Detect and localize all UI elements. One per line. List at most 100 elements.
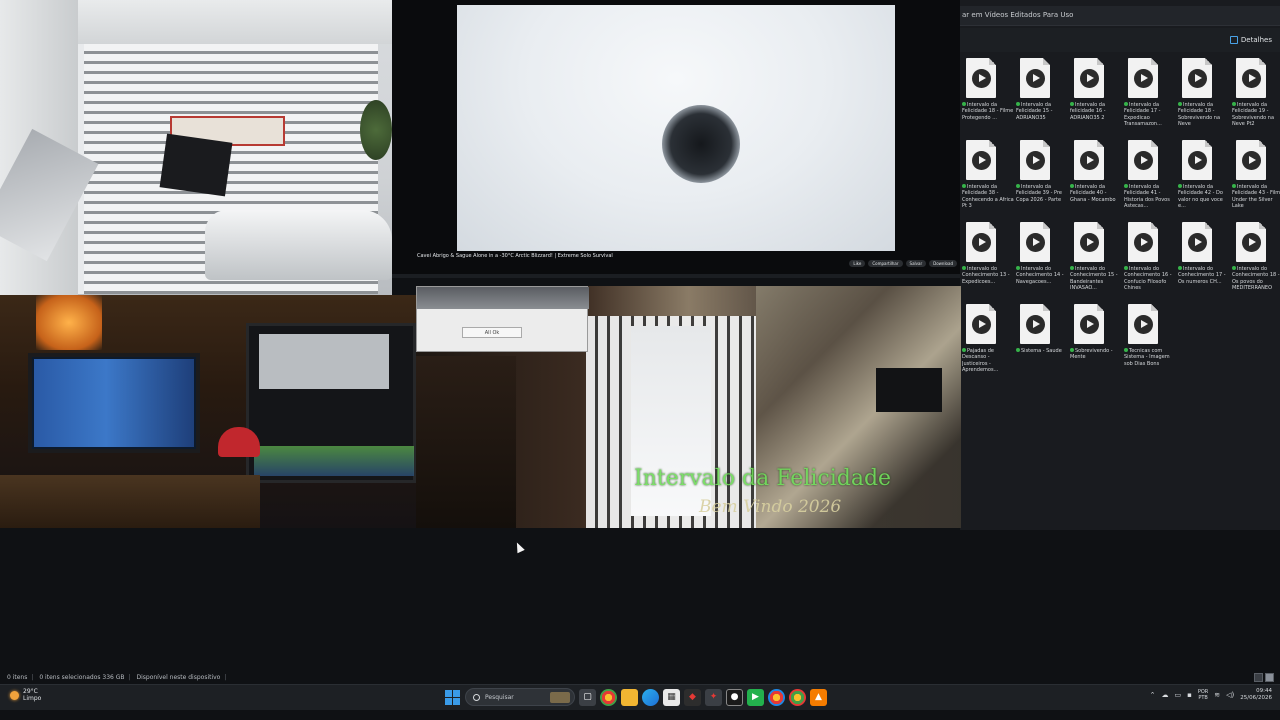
file-item[interactable]: Intervalo do Conhecimento 18 - Os povos … xyxy=(1232,220,1280,300)
cloud-icon[interactable]: ☁ xyxy=(1161,691,1168,699)
file-item[interactable]: Intervalo da Felicidade 41 - Historia do… xyxy=(1124,138,1176,218)
file-name-text: Intervalo da Felicidade 42 - Do valor no… xyxy=(1178,184,1223,209)
play-icon xyxy=(1080,151,1099,170)
start-button[interactable] xyxy=(444,689,461,706)
share-button[interactable]: Compartilhar xyxy=(868,260,903,267)
weather-widget[interactable]: 29°C Limpo xyxy=(10,688,41,702)
system-tray: ⌃ ☁ ▭ ▪ POR PTB ≋ ◁) 09:44 25/06/2026 xyxy=(1150,688,1272,702)
video-file-icon xyxy=(1020,304,1050,344)
play-icon xyxy=(1080,315,1099,334)
like-button[interactable]: Like xyxy=(849,260,866,267)
video-file-icon xyxy=(966,304,996,344)
chrome-profile-icon[interactable] xyxy=(768,688,785,706)
play-icon xyxy=(972,151,991,170)
video-frame[interactable] xyxy=(457,5,895,251)
file-item[interactable]: Tecnicas com Sistema - Imagem sob Dias B… xyxy=(1124,302,1176,382)
mouse-cursor-icon xyxy=(513,540,525,554)
search-icon xyxy=(473,693,480,701)
play-icon xyxy=(1242,151,1261,170)
sync-status-icon xyxy=(1070,102,1074,106)
address-bar[interactable]: ar em Vídeos Editados Para Uso xyxy=(960,6,1280,26)
sync-status-icon xyxy=(1016,184,1020,188)
dialog-ok-button[interactable]: All Ok xyxy=(462,327,522,338)
file-name: Intervalo do Conhecimento 13 - Expedicoe… xyxy=(962,266,1014,298)
file-item[interactable]: Intervalo do Conhecimento 14 - Navegacoe… xyxy=(1016,220,1068,300)
wifi-icon[interactable]: ≋ xyxy=(1214,691,1220,699)
sync-status-icon xyxy=(1232,102,1236,106)
media-app-icon[interactable]: ◆ xyxy=(684,688,701,706)
file-name: Intervalo da Felicidade 38 - Conhecendo … xyxy=(962,184,1014,216)
file-item[interactable]: Intervalo da Felicidade 42 - Do valor no… xyxy=(1178,138,1230,218)
availability-status: Disponível neste dispositivo xyxy=(136,674,221,681)
file-explorer-icon[interactable] xyxy=(621,688,638,706)
vlc-icon[interactable]: ▲ xyxy=(810,688,827,706)
store-icon[interactable]: ▦ xyxy=(663,688,680,706)
search-placeholder: Pesquisar xyxy=(485,693,514,701)
camera-feed-studio xyxy=(0,295,416,528)
embedded-taskbar xyxy=(392,274,960,278)
desktop: Cavei Abrigo & Sague Alone in a -30°C Ar… xyxy=(0,0,1280,720)
file-item[interactable]: Intervalo do Conhecimento 16 - Confucio … xyxy=(1124,220,1176,300)
file-item[interactable]: Intervalo da Felicidade 18 - Sobrevivend… xyxy=(1178,56,1230,136)
language-indicator[interactable]: POR PTB xyxy=(1198,689,1208,701)
file-item[interactable]: Intervalo da Felicidade 38 - Conhecendo … xyxy=(962,138,1014,218)
file-item[interactable]: Intervalo do Conhecimento 15 - Bandeiran… xyxy=(1070,220,1122,300)
video-file-icon xyxy=(1074,304,1104,344)
file-item[interactable]: Intervalo da Felicidade 43 - Filme Under… xyxy=(1232,138,1280,218)
file-name: Sistema - Saude xyxy=(1016,348,1068,380)
file-item[interactable]: Sistema - Saude xyxy=(1016,302,1068,382)
volume-icon[interactable]: ◁) xyxy=(1226,691,1234,699)
parked-car xyxy=(205,210,392,280)
file-item[interactable]: Intervalo da Felicidade 17 - Expedicao T… xyxy=(1124,56,1176,136)
video-file-icon xyxy=(966,58,996,98)
app-tray-icon[interactable]: ▪ xyxy=(1187,691,1192,699)
antivirus-icon[interactable]: ✦ xyxy=(705,688,722,706)
download-button[interactable]: Download xyxy=(929,260,957,267)
file-item[interactable]: Intervalo da felicidade 16 - ADRIANO35 2 xyxy=(1070,56,1122,136)
file-explorer-window: ar em Vídeos Editados Para Uso Detalhes … xyxy=(960,0,1280,530)
item-count: 0 itens xyxy=(7,674,28,681)
play-icon xyxy=(1134,315,1153,334)
studio-monitor-editing xyxy=(246,323,416,483)
file-item[interactable]: Intervalo do Conhecimento 17 - Os numero… xyxy=(1178,220,1230,300)
search-input[interactable]: Pesquisar xyxy=(465,688,575,706)
sync-status-icon xyxy=(1124,184,1128,188)
video-file-icon xyxy=(1020,58,1050,98)
file-name: Intervalo da Felicidade 19 - Sobrevivend… xyxy=(1232,102,1280,134)
file-name-text: Intervalo da Felicidade 19 - Sobrevivend… xyxy=(1232,102,1275,127)
chevron-up-icon[interactable]: ⌃ xyxy=(1150,691,1156,699)
sync-status-icon xyxy=(1016,102,1020,106)
save-button[interactable]: Salvar xyxy=(905,260,927,267)
file-name: Intervalo da Felicidade 42 - Do valor no… xyxy=(1178,184,1230,216)
file-item[interactable]: Intervalo da Felicidade 15 - ADRIANO35 xyxy=(1016,56,1068,136)
file-name: Intervalo da Felicidade 43 - Filme Under… xyxy=(1232,184,1280,216)
network-tray-icon[interactable]: ▭ xyxy=(1174,691,1181,699)
play-icon xyxy=(1188,69,1207,88)
green-app-icon[interactable]: ▶ xyxy=(747,688,764,706)
sync-status-icon xyxy=(962,266,966,270)
sync-status-icon xyxy=(1070,184,1074,188)
file-item[interactable]: Intervalo da Felicidade 40 - Ghana - Moc… xyxy=(1070,138,1122,218)
clock[interactable]: 09:44 25/06/2026 xyxy=(1240,688,1272,702)
file-item[interactable]: Intervalo da Felicidade 19 - Sobrevivend… xyxy=(1232,56,1280,136)
chrome-icon[interactable] xyxy=(600,688,617,706)
details-view-icon[interactable] xyxy=(1254,673,1263,682)
explorer-status-bar: 0 itens | 0 itens selecionados 336 GB | Di… xyxy=(0,672,1280,684)
file-name-text: Intervalo da Felicidade 38 - Conhecendo … xyxy=(962,184,1014,209)
video-file-icon xyxy=(1074,222,1104,262)
file-item[interactable]: Intervalo da Felicidade 39 - Pre Copa 20… xyxy=(1016,138,1068,218)
file-item[interactable]: Intervalo da Felicidade 18 - Filme Prote… xyxy=(962,56,1014,136)
details-button[interactable]: Detalhes xyxy=(1229,36,1272,44)
obs-icon[interactable]: ● xyxy=(726,688,743,706)
file-item[interactable]: Intervalo do Conhecimento 13 - Expedicoe… xyxy=(962,220,1014,300)
chrome-profile2-icon[interactable] xyxy=(789,688,806,706)
file-item[interactable]: Pajadas de Descanso - Justiceiros - Apre… xyxy=(962,302,1014,382)
edge-icon[interactable] xyxy=(642,688,659,706)
task-view-icon[interactable]: ▢ xyxy=(579,688,596,706)
tiles-view-icon[interactable] xyxy=(1265,673,1274,682)
video-player-window[interactable]: Cavei Abrigo & Sague Alone in a -30°C Ar… xyxy=(392,0,960,278)
file-item[interactable]: Sobrevivendo - Mente xyxy=(1070,302,1122,382)
keyboard-layout: PTB xyxy=(1198,695,1208,701)
file-name-text: Intervalo da Felicidade 18 - Filme Prote… xyxy=(962,102,1014,121)
camera-feed-gate xyxy=(0,0,392,295)
